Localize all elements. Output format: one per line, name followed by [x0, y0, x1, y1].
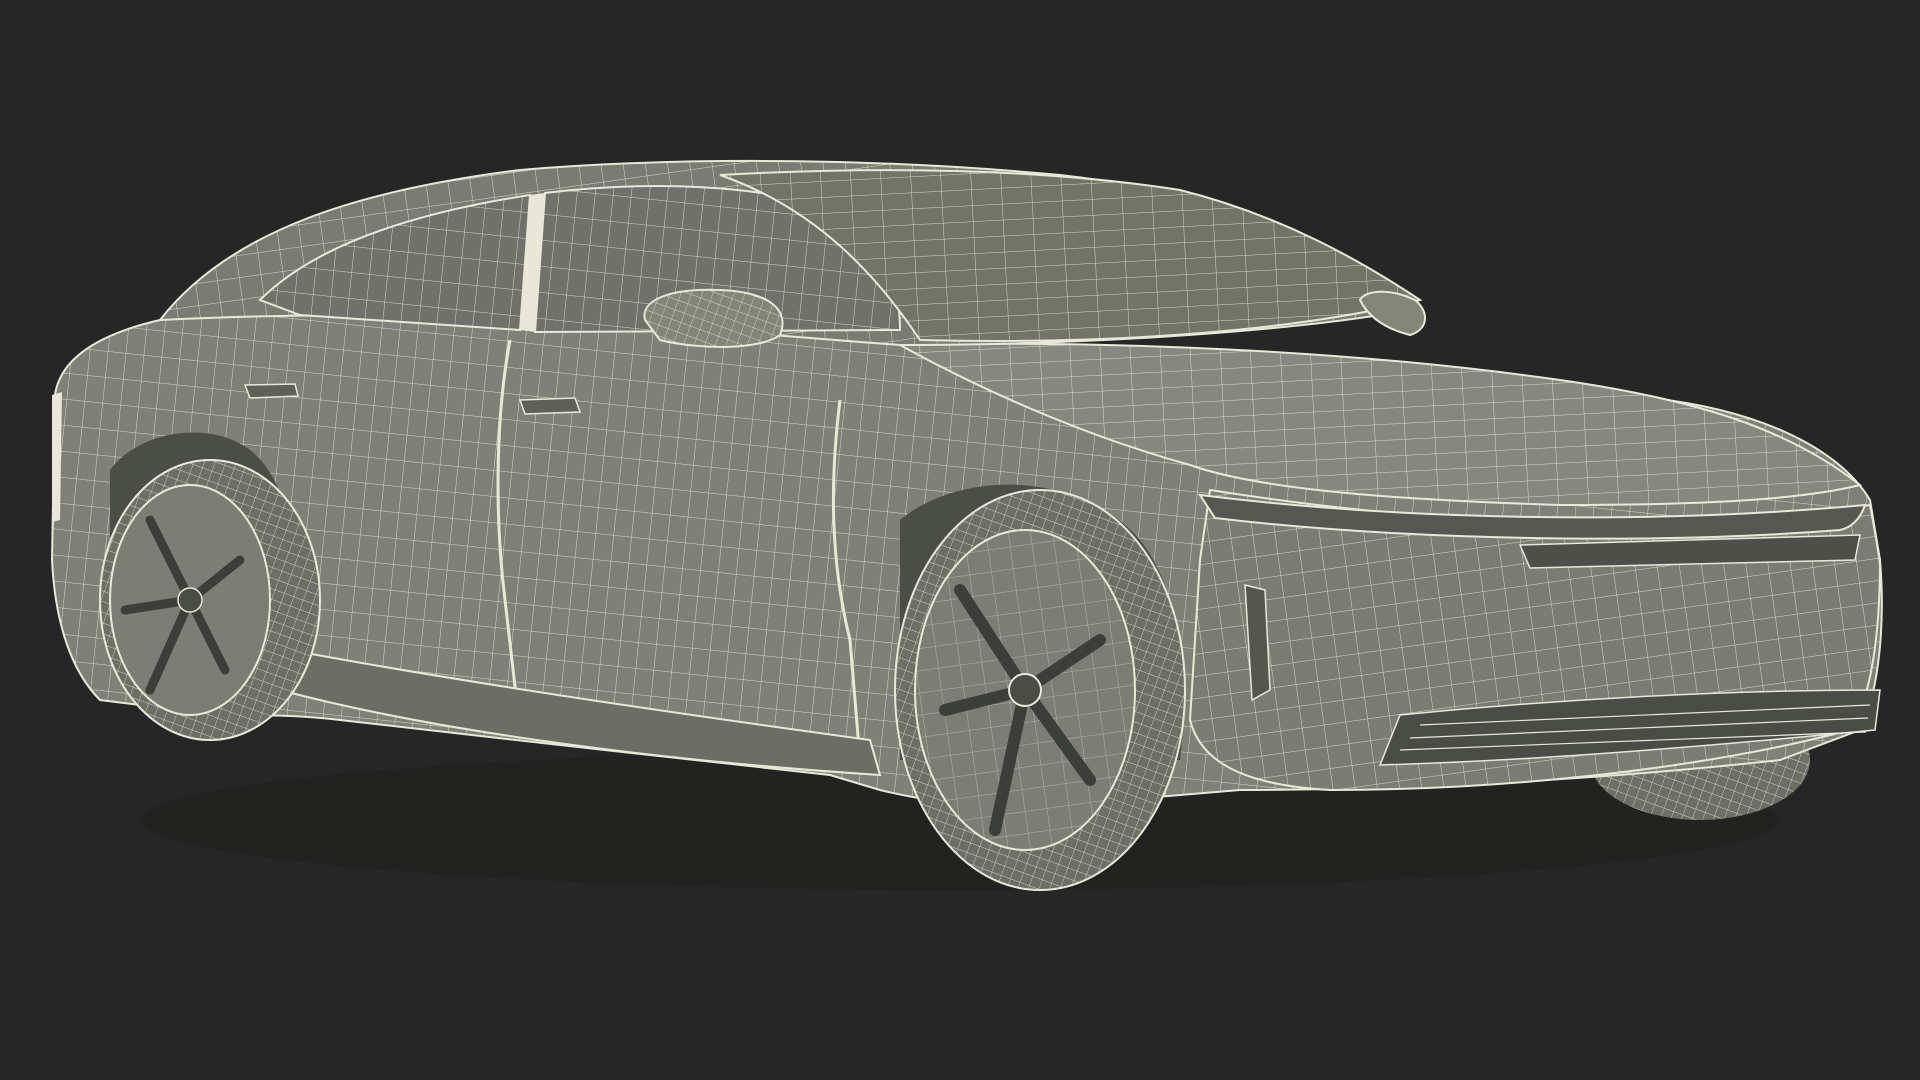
door-handle-front: [518, 397, 582, 415]
viewport: [0, 0, 1920, 1080]
front-wheel: [894, 489, 1186, 891]
car-wireframe-render: [50, 159, 1883, 891]
door-handle-rear: [243, 383, 299, 399]
rear-wheel: [99, 459, 321, 741]
